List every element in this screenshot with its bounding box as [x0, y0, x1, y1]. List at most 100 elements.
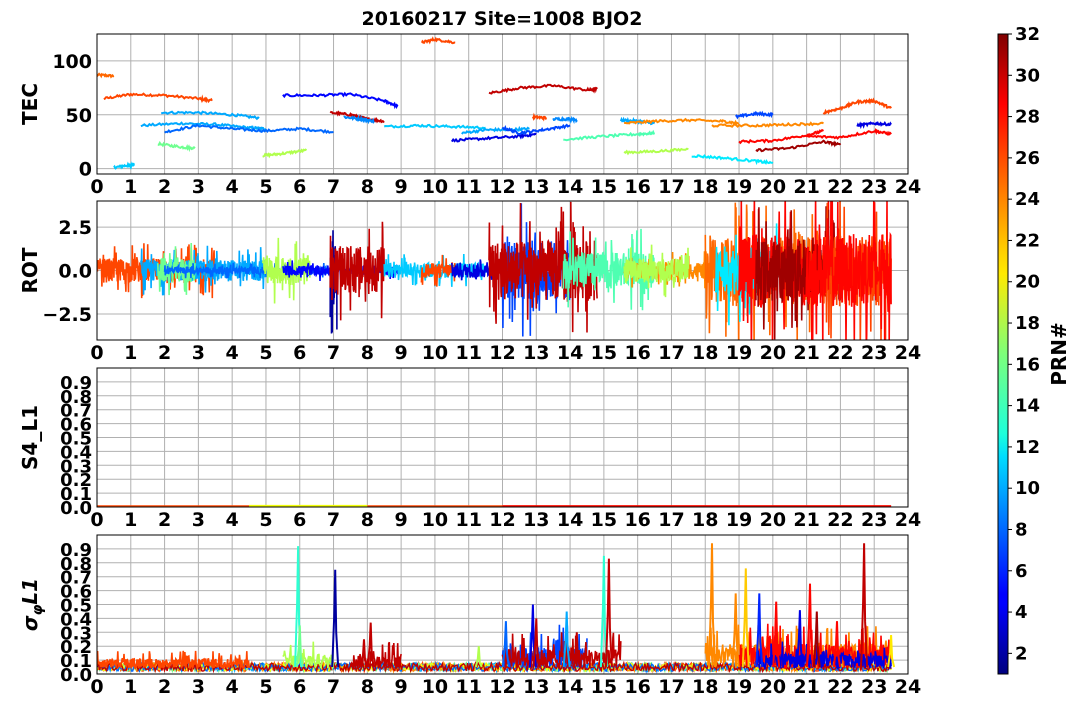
x-tick-label: 2	[158, 676, 171, 698]
x-tick-label: 17	[658, 676, 684, 698]
colorbar-ticks: 2468101214161820222426283032	[1008, 24, 1040, 664]
x-tick-label: 22	[827, 342, 853, 364]
series-line-prn-11	[113, 161, 135, 170]
x-tick-label: 8	[361, 176, 374, 198]
x-tick-label: 18	[692, 509, 718, 531]
x-tick-label: 0	[90, 676, 103, 698]
x-tick-label: 10	[422, 176, 448, 198]
x-tick-label: 0	[90, 509, 103, 531]
x-tick-label: 1	[124, 676, 137, 698]
colorbar-tick-label: 30	[1015, 65, 1040, 86]
series-line-prn-30	[329, 221, 385, 321]
x-tick-label: 20	[760, 342, 786, 364]
s4-panel: 0 1 2 3 4 5 6 7 8 9 10 11 12 13 14 15 16 17 18 19 20 21 22 23 24…	[18, 367, 921, 531]
colorbar-tick-label: 22	[1015, 230, 1040, 251]
x-tick-label: 4	[226, 176, 239, 198]
x-tick-label: 1	[124, 509, 137, 531]
x-tick-label: 24	[895, 509, 921, 531]
x-tick-label: 24	[895, 342, 921, 364]
y-axis-label: σφL1	[18, 578, 46, 631]
x-tick-label: 21	[793, 509, 819, 531]
colorbar-gradient	[997, 33, 1009, 675]
x-tick-label: 18	[692, 342, 718, 364]
figure: 20160217 Site=1008 BJO2 0 1 2 3 4 5 6 7 8 9 10 11 12…	[18, 8, 1071, 698]
x-tick-label: 8	[361, 509, 374, 531]
series-line-prn-26	[420, 254, 456, 287]
series-line-prn-7	[734, 110, 774, 120]
x-tick-label: 15	[591, 509, 617, 531]
x-tick-label: 13	[523, 509, 549, 531]
colorbar-tick-label: 24	[1015, 189, 1040, 210]
x-tick-label: 2	[158, 509, 171, 531]
x-tick-label: 1	[124, 176, 137, 198]
colorbar-tick-label: 6	[1015, 561, 1028, 582]
series-line-prn-18	[623, 147, 689, 156]
x-tick-label: 14	[557, 676, 583, 698]
x-tick-label: 19	[726, 342, 752, 364]
x-tick-label: 21	[793, 676, 819, 698]
x-tick-label: 9	[395, 176, 408, 198]
x-tick-label: 8	[361, 342, 374, 364]
series-line-prn-26	[822, 97, 892, 115]
x-tick-label: 17	[658, 509, 684, 531]
x-tick-label: 23	[861, 342, 887, 364]
x-tick-label: 7	[327, 676, 340, 698]
x-tick-label: 16	[624, 342, 650, 364]
grid	[96, 368, 909, 508]
x-tick-label: 3	[192, 509, 205, 531]
x-tick-label: 24	[895, 176, 921, 198]
x-tick-label: 20	[760, 509, 786, 531]
y-tick-label: 100	[52, 51, 92, 73]
x-tick-label: 11	[455, 342, 481, 364]
x-tick-label: 9	[395, 676, 408, 698]
spike-prn-30	[360, 639, 368, 668]
x-tick-label: 4	[226, 342, 239, 364]
x-tick-label: 14	[557, 509, 583, 531]
y-tick-label: 2.5	[58, 217, 92, 239]
x-tick-label: 21	[793, 176, 819, 198]
x-tick-label: 13	[523, 176, 549, 198]
colorbar-tick-label: 14	[1015, 396, 1040, 417]
x-tick-label: 12	[489, 509, 515, 531]
x-tick-label: 6	[293, 676, 306, 698]
x-tick-label: 0	[90, 342, 103, 364]
x-tick-label: 21	[793, 342, 819, 364]
y-tick-label: 0.9	[60, 540, 92, 561]
x-tick-label: 19	[726, 676, 752, 698]
x-tick-label: 2	[158, 176, 171, 198]
x-tick-label: 10	[422, 676, 448, 698]
x-tick-label: 1	[124, 342, 137, 364]
series-line-prn-16	[157, 140, 196, 153]
series-line-prn-15	[563, 129, 656, 142]
x-tick-label: 10	[422, 509, 448, 531]
x-tick-label: 2	[158, 342, 171, 364]
x-tick-label: 8	[361, 676, 374, 698]
x-tick-label: 18	[692, 176, 718, 198]
x-tick-label: 23	[861, 509, 887, 531]
x-tick-label: 17	[658, 176, 684, 198]
x-tick-label: 7	[327, 342, 340, 364]
x-tick-label: 16	[624, 176, 650, 198]
colorbar-tick-label: 8	[1015, 519, 1028, 540]
y-axis-label: S4_L1	[18, 405, 42, 470]
x-tick-label: 11	[455, 509, 481, 531]
x-tick-label: 5	[259, 176, 272, 198]
colorbar-tick-label: 32	[1015, 24, 1040, 45]
x-tick-label: 6	[293, 509, 306, 531]
x-tick-label: 13	[523, 342, 549, 364]
x-tick-label: 7	[327, 176, 340, 198]
x-tick-label: 5	[259, 676, 272, 698]
x-tick-label: 7	[327, 509, 340, 531]
x-tick-label: 15	[591, 176, 617, 198]
series-line-prn-9	[343, 114, 375, 125]
series-line-prn-26	[103, 92, 213, 104]
sigma-phi-panel: 0 1 2 3 4 5 6 7 8 9 10 11 12 13 14 15 16 17 18 19 20 21 22 23 24…	[18, 534, 921, 698]
x-tick-label: 9	[395, 342, 408, 364]
plot-area	[97, 201, 892, 340]
series-line-prn-26	[421, 36, 456, 45]
x-tick-label: 22	[827, 676, 853, 698]
colorbar-tick-label: 10	[1015, 478, 1040, 499]
series-line-prn-4	[450, 130, 537, 143]
x-tick-label: 12	[489, 176, 515, 198]
y-tick-label: 50	[66, 105, 92, 127]
